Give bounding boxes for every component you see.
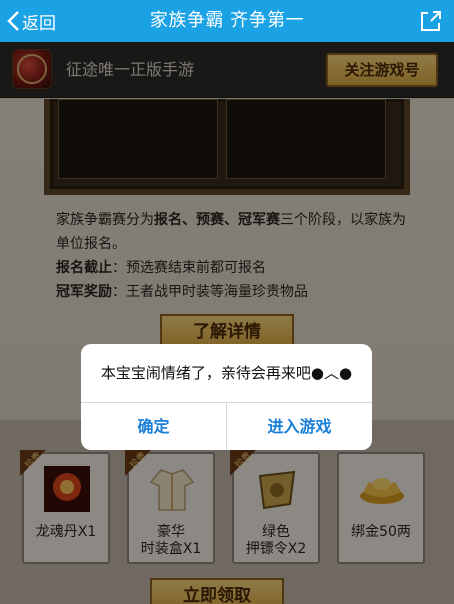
enter-game-button[interactable]: 进入游戏: [227, 403, 372, 450]
dialog-message: 本宝宝闹情绪了，亲待会再来吧●︿●: [100, 364, 353, 382]
confirm-button[interactable]: 确定: [81, 403, 226, 450]
modal-overlay: [0, 42, 454, 604]
share-icon[interactable]: [418, 8, 444, 34]
alert-dialog: 本宝宝闹情绪了，亲待会再来吧●︿● 确定 进入游戏: [81, 344, 372, 450]
page-title: 家族争霸 齐争第一: [149, 10, 305, 31]
nav-bar: 返回 家族争霸 齐争第一: [0, 0, 454, 42]
